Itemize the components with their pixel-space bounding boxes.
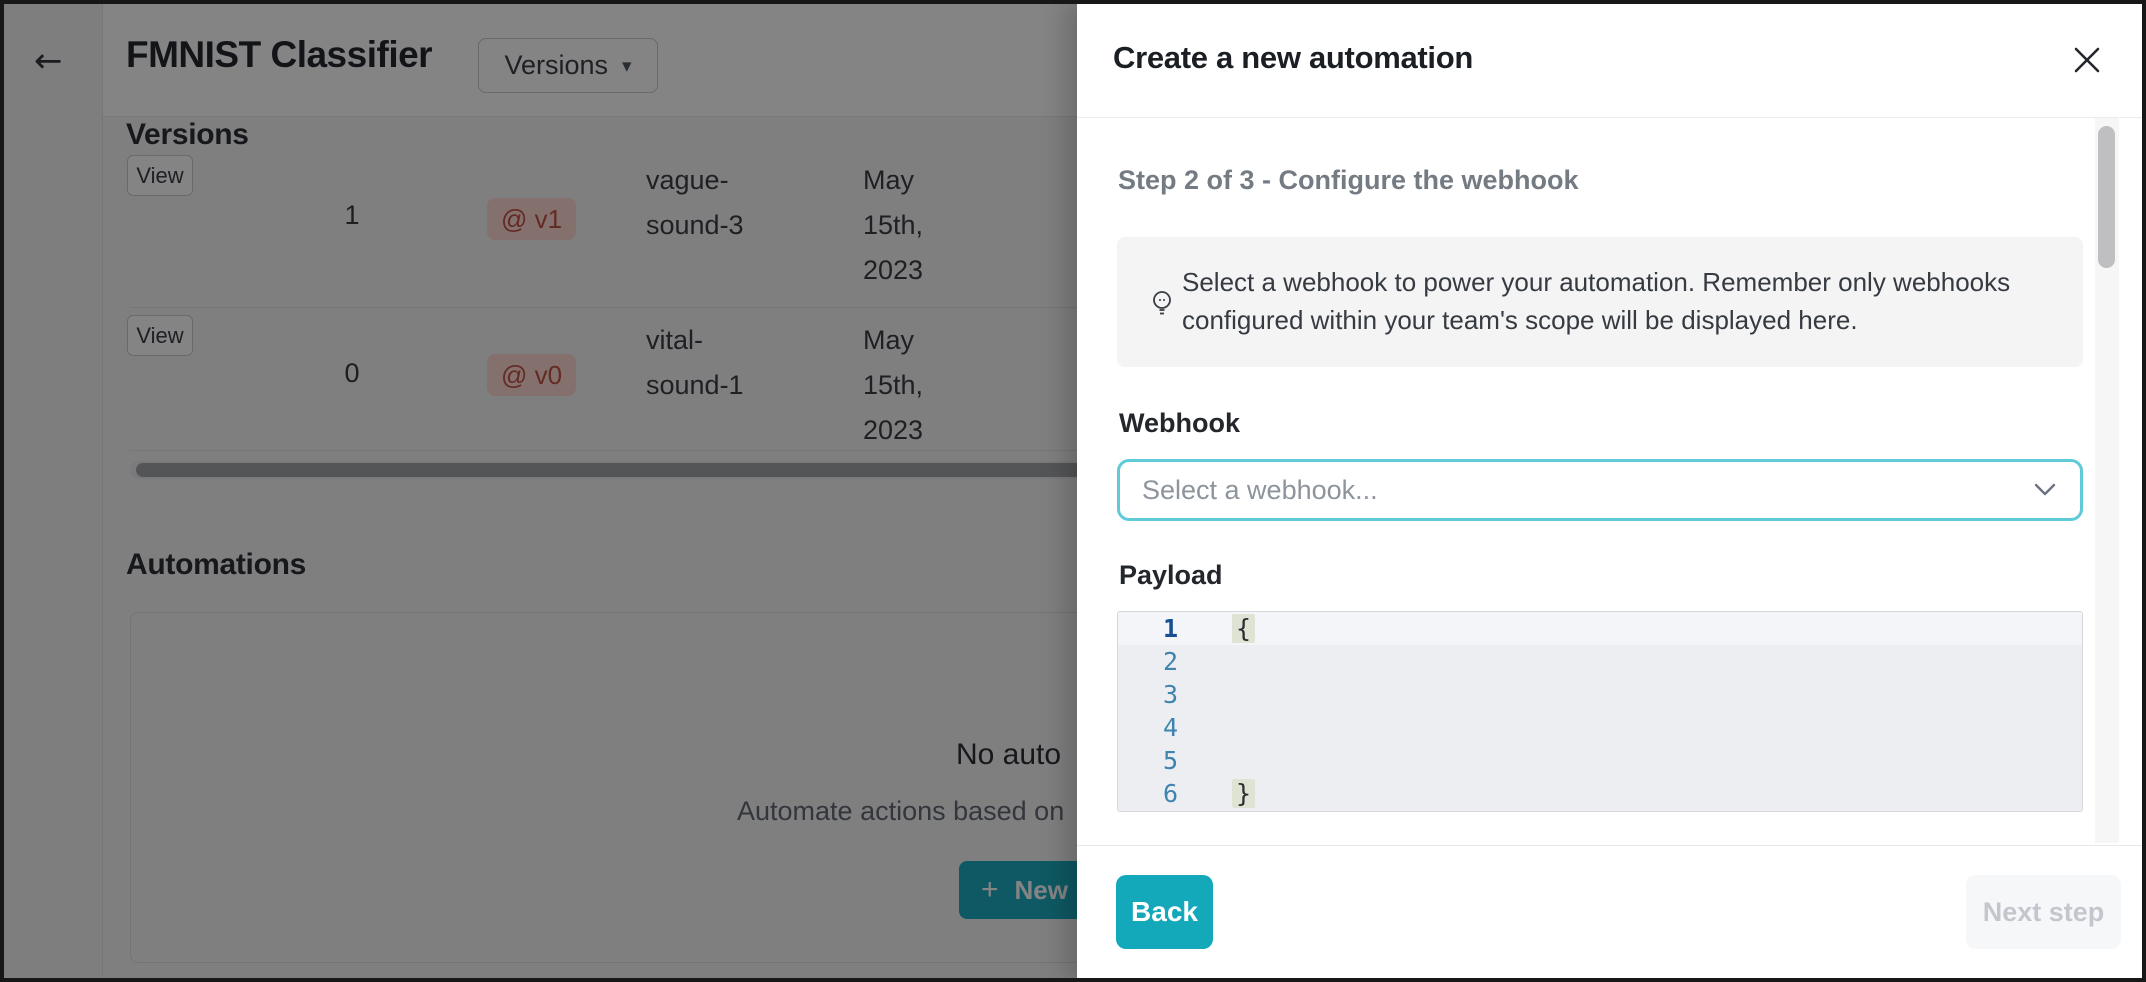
modal-header-divider bbox=[1077, 117, 2146, 118]
webhook-field-label: Webhook bbox=[1119, 408, 1240, 439]
lightbulb-icon bbox=[1150, 290, 1174, 318]
payload-code-editor[interactable]: 1 { 2 3 4 5 6 } bbox=[1117, 611, 2083, 812]
line-number: 3 bbox=[1118, 680, 1190, 709]
line-number: 6 bbox=[1118, 779, 1190, 808]
line-number: 2 bbox=[1118, 647, 1190, 676]
chevron-down-icon bbox=[2034, 483, 2056, 497]
webhook-select-placeholder: Select a webhook... bbox=[1142, 475, 2034, 506]
modal-scrollbar-thumb[interactable] bbox=[2098, 126, 2115, 268]
app-window: ← FMNIST Classifier Versions ▾ Versions … bbox=[0, 0, 2146, 982]
back-button[interactable]: Back bbox=[1116, 875, 1213, 949]
create-automation-modal: Create a new automation Step 2 of 3 - Co… bbox=[1077, 0, 2146, 982]
payload-field-label: Payload bbox=[1119, 560, 1223, 591]
line-number: 1 bbox=[1118, 614, 1190, 643]
editor-line: 4 bbox=[1118, 711, 2082, 744]
line-number: 4 bbox=[1118, 713, 1190, 742]
modal-title: Create a new automation bbox=[1113, 40, 1473, 76]
editor-line: 1 { bbox=[1118, 612, 2082, 645]
info-text: Select a webhook to power your automatio… bbox=[1182, 263, 2010, 339]
info-callout: Select a webhook to power your automatio… bbox=[1117, 237, 2083, 367]
close-button[interactable] bbox=[2071, 44, 2103, 76]
step-heading: Step 2 of 3 - Configure the webhook bbox=[1118, 165, 1579, 196]
close-icon bbox=[2071, 44, 2103, 76]
close-brace-token: } bbox=[1232, 779, 1255, 808]
info-text-line: configured within your team's scope will… bbox=[1182, 301, 2010, 339]
editor-line: 2 bbox=[1118, 645, 2082, 678]
editor-line: 5 bbox=[1118, 744, 2082, 777]
next-step-button[interactable]: Next step bbox=[1966, 875, 2121, 949]
line-number: 5 bbox=[1118, 746, 1190, 775]
editor-line: 6 } bbox=[1118, 777, 2082, 810]
open-brace-token: { bbox=[1232, 614, 1255, 643]
info-text-line: Select a webhook to power your automatio… bbox=[1182, 263, 2010, 301]
editor-line: 3 bbox=[1118, 678, 2082, 711]
webhook-select[interactable]: Select a webhook... bbox=[1117, 459, 2083, 521]
